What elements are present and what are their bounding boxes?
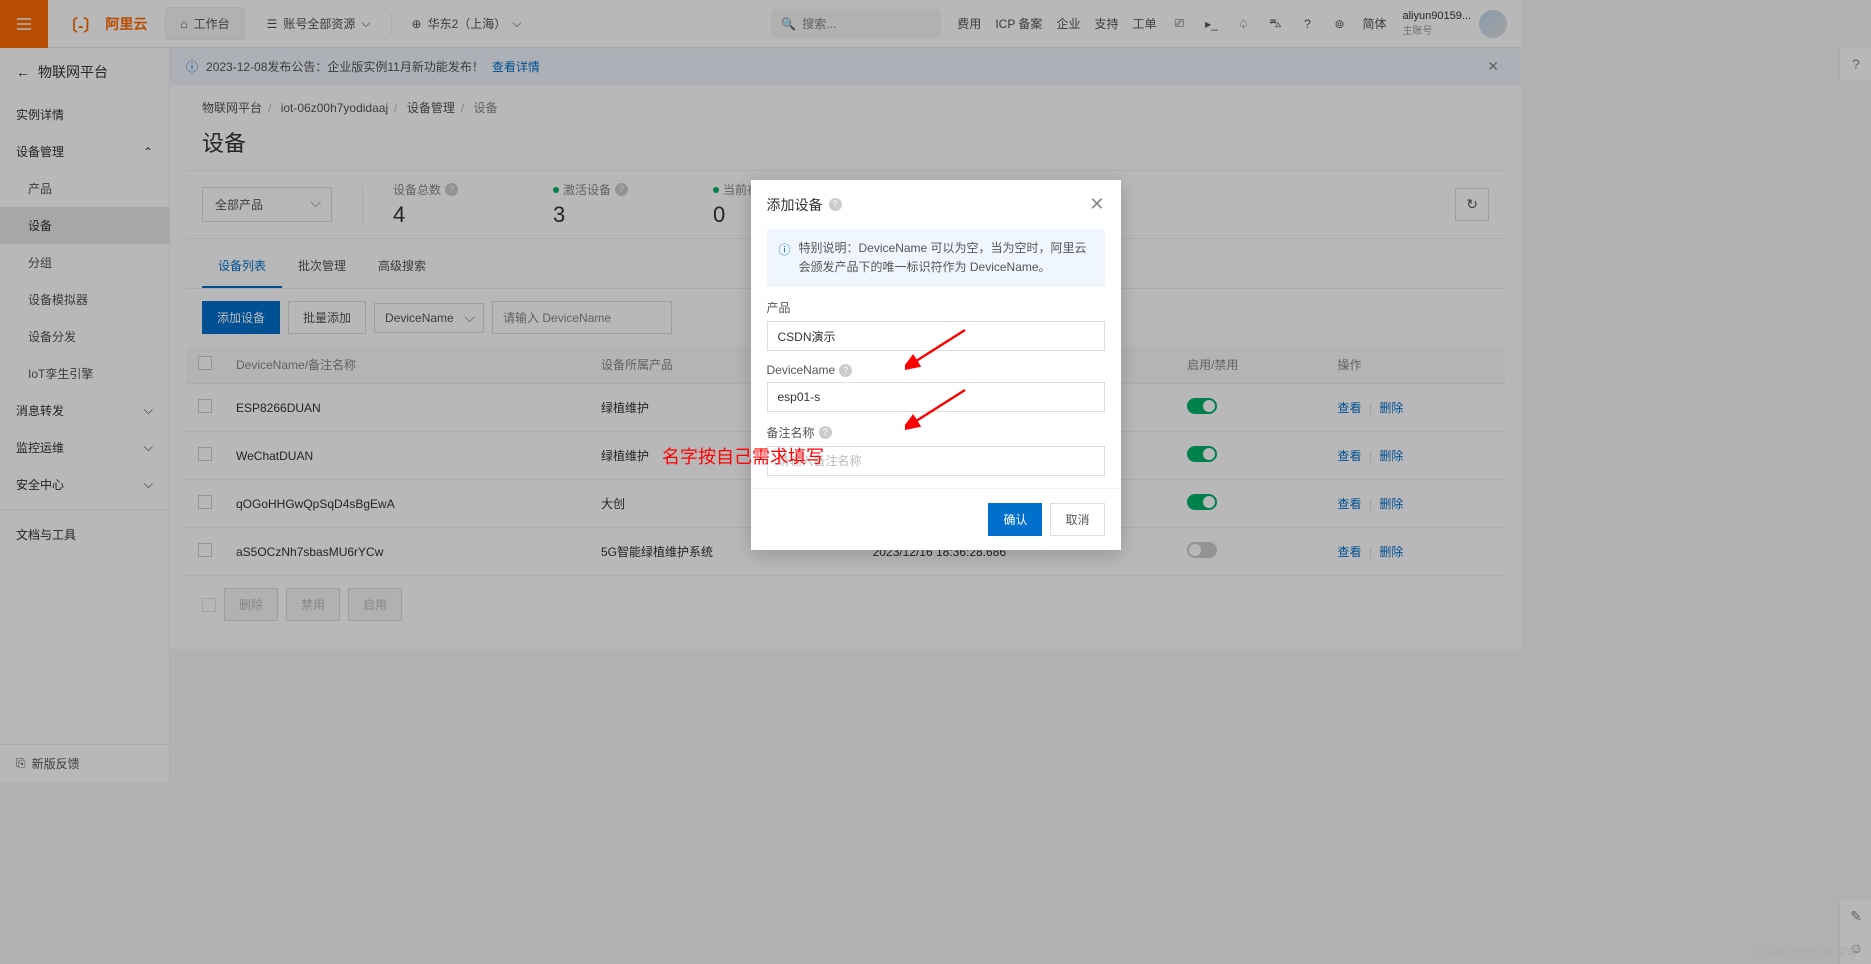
label-text: 备注名称 (767, 424, 815, 441)
modal-notice: ⓘ 特别说明：DeviceName 可以为空，当为空时，阿里云会颁发产品下的唯一… (767, 229, 1105, 287)
modal-close-button[interactable]: ✕ (1089, 194, 1104, 215)
modal-notice-text: 特别说明：DeviceName 可以为空，当为空时，阿里云会颁发产品下的唯一标识… (799, 239, 1093, 277)
modal-footer: 确认 取消 (751, 488, 1121, 550)
info-icon: ⓘ (779, 241, 791, 277)
product-field-label: 产品 (767, 299, 1105, 316)
help-tip-icon[interactable]: ? (829, 198, 842, 211)
product-input[interactable] (767, 321, 1105, 351)
modal-overlay: 添加设备 ? ✕ ⓘ 特别说明：DeviceName 可以为空，当为空时，阿里云… (0, 0, 1871, 964)
help-tip-icon[interactable]: ? (839, 364, 852, 377)
help-tip-icon[interactable]: ? (819, 426, 832, 439)
devicename-field-label: DeviceName ? (767, 363, 1105, 377)
add-device-modal: 添加设备 ? ✕ ⓘ 特别说明：DeviceName 可以为空，当为空时，阿里云… (751, 180, 1121, 550)
confirm-button[interactable]: 确认 (988, 503, 1042, 536)
cancel-button[interactable]: 取消 (1050, 503, 1104, 536)
note-input[interactable] (767, 446, 1105, 476)
modal-header: 添加设备 ? ✕ (751, 180, 1121, 229)
note-field-label: 备注名称 ? (767, 424, 1105, 441)
watermark: CSDN @无尽的苍穹 (1757, 944, 1857, 960)
modal-body: ⓘ 特别说明：DeviceName 可以为空，当为空时，阿里云会颁发产品下的唯一… (751, 229, 1121, 488)
devicename-input[interactable] (767, 382, 1105, 412)
modal-title: 添加设备 (767, 195, 823, 215)
label-text: DeviceName (767, 363, 836, 377)
